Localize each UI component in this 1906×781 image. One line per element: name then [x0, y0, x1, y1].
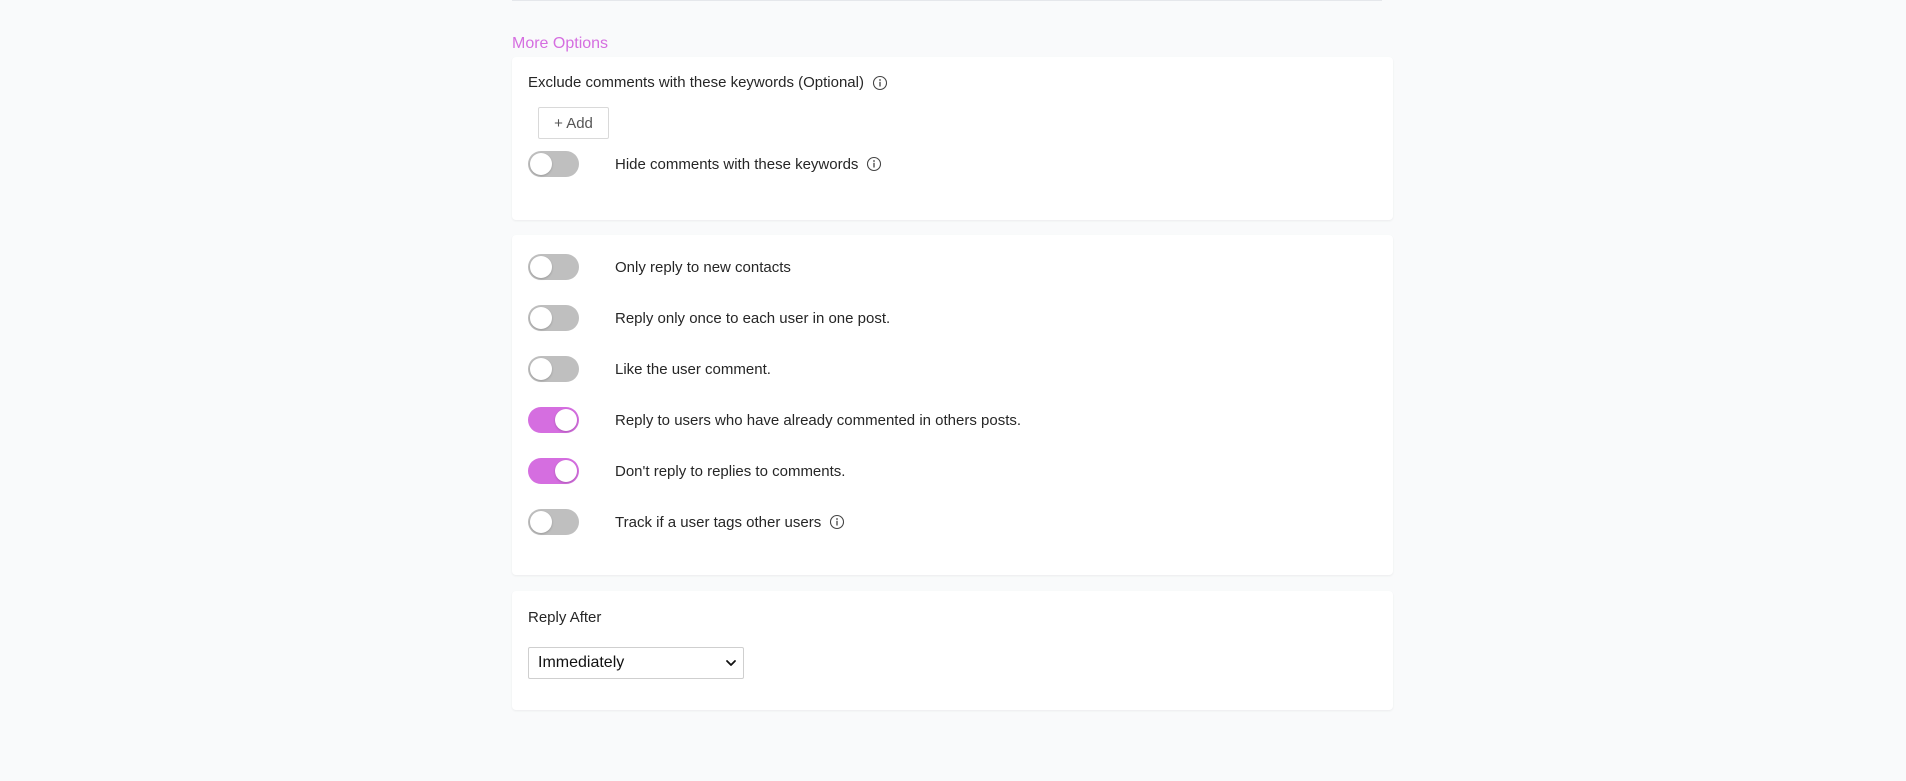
toggle-track-tags[interactable]: [528, 509, 579, 535]
toggle-label-wrap: Only reply to new contacts: [615, 259, 791, 276]
toggle-knob: [530, 153, 552, 175]
toggle-only-new-contacts[interactable]: [528, 254, 579, 280]
hide-comments-label-wrap: Hide comments with these keywords: [615, 156, 882, 173]
hide-comments-row: Hide comments with these keywords: [528, 150, 1377, 178]
toggle-row-reply-once: Reply only once to each user in one post…: [528, 304, 1377, 332]
toggle-label: Reply only once to each user in one post…: [615, 309, 891, 327]
toggle-label: Track if a user tags other users: [615, 513, 822, 531]
keywords-card: Exclude comments with these keywords (Op…: [512, 57, 1393, 220]
info-icon[interactable]: [866, 156, 882, 172]
reply-options-card: Only reply to new contacts Reply only on…: [512, 235, 1393, 575]
toggle-knob: [555, 460, 577, 482]
toggle-knob: [555, 409, 577, 431]
top-divider: [512, 0, 1382, 1]
toggle-label-wrap: Reply to users who have already commente…: [615, 412, 1021, 429]
reply-after-selected-value: Immediately: [538, 654, 625, 671]
toggle-label: Like the user comment.: [615, 360, 771, 378]
toggle-reply-others-posts[interactable]: [528, 407, 579, 433]
more-options-title: More Options: [512, 35, 609, 52]
add-keyword-button[interactable]: + Add: [538, 107, 609, 139]
toggle-row-new-contacts: Only reply to new contacts: [528, 253, 1377, 281]
toggle-knob: [530, 256, 552, 278]
toggle-label: Don't reply to replies to comments.: [615, 462, 846, 480]
reply-after-label: Reply After: [528, 609, 602, 626]
hide-comments-label: Hide comments with these keywords: [615, 155, 859, 173]
toggle-like-comment[interactable]: [528, 356, 579, 382]
toggle-knob: [530, 511, 552, 533]
toggle-label-wrap: Track if a user tags other users: [615, 514, 845, 531]
exclude-keywords-label: Exclude comments with these keywords (Op…: [528, 74, 864, 91]
exclude-keywords-row: Exclude comments with these keywords (Op…: [528, 73, 1377, 93]
toggle-row-no-reply-to-replies: Don't reply to replies to comments.: [528, 457, 1377, 485]
toggle-label: Only reply to new contacts: [615, 258, 791, 276]
toggle-row-track-tags: Track if a user tags other users: [528, 508, 1377, 536]
chevron-down-icon: [725, 657, 737, 669]
toggle-label-wrap: Don't reply to replies to comments.: [615, 463, 845, 480]
toggle-reply-once[interactable]: [528, 305, 579, 331]
info-icon[interactable]: [872, 75, 888, 91]
toggle-row-like-comment: Like the user comment.: [528, 355, 1377, 383]
more-options-section: More Options Exclude comments with these…: [512, 34, 1393, 710]
info-icon[interactable]: [829, 514, 845, 530]
toggle-label: Reply to users who have already commente…: [615, 411, 1022, 429]
hide-comments-toggle[interactable]: [528, 151, 579, 177]
toggle-label-wrap: Reply only once to each user in one post…: [615, 310, 890, 327]
toggle-label-wrap: Like the user comment.: [615, 361, 771, 378]
toggle-no-reply-to-replies[interactable]: [528, 458, 579, 484]
reply-after-select[interactable]: Immediately: [528, 647, 744, 679]
toggle-knob: [530, 307, 552, 329]
toggle-row-reply-others-posts: Reply to users who have already commente…: [528, 406, 1377, 434]
toggle-knob: [530, 358, 552, 380]
reply-after-card: Reply After Immediately: [512, 591, 1393, 710]
